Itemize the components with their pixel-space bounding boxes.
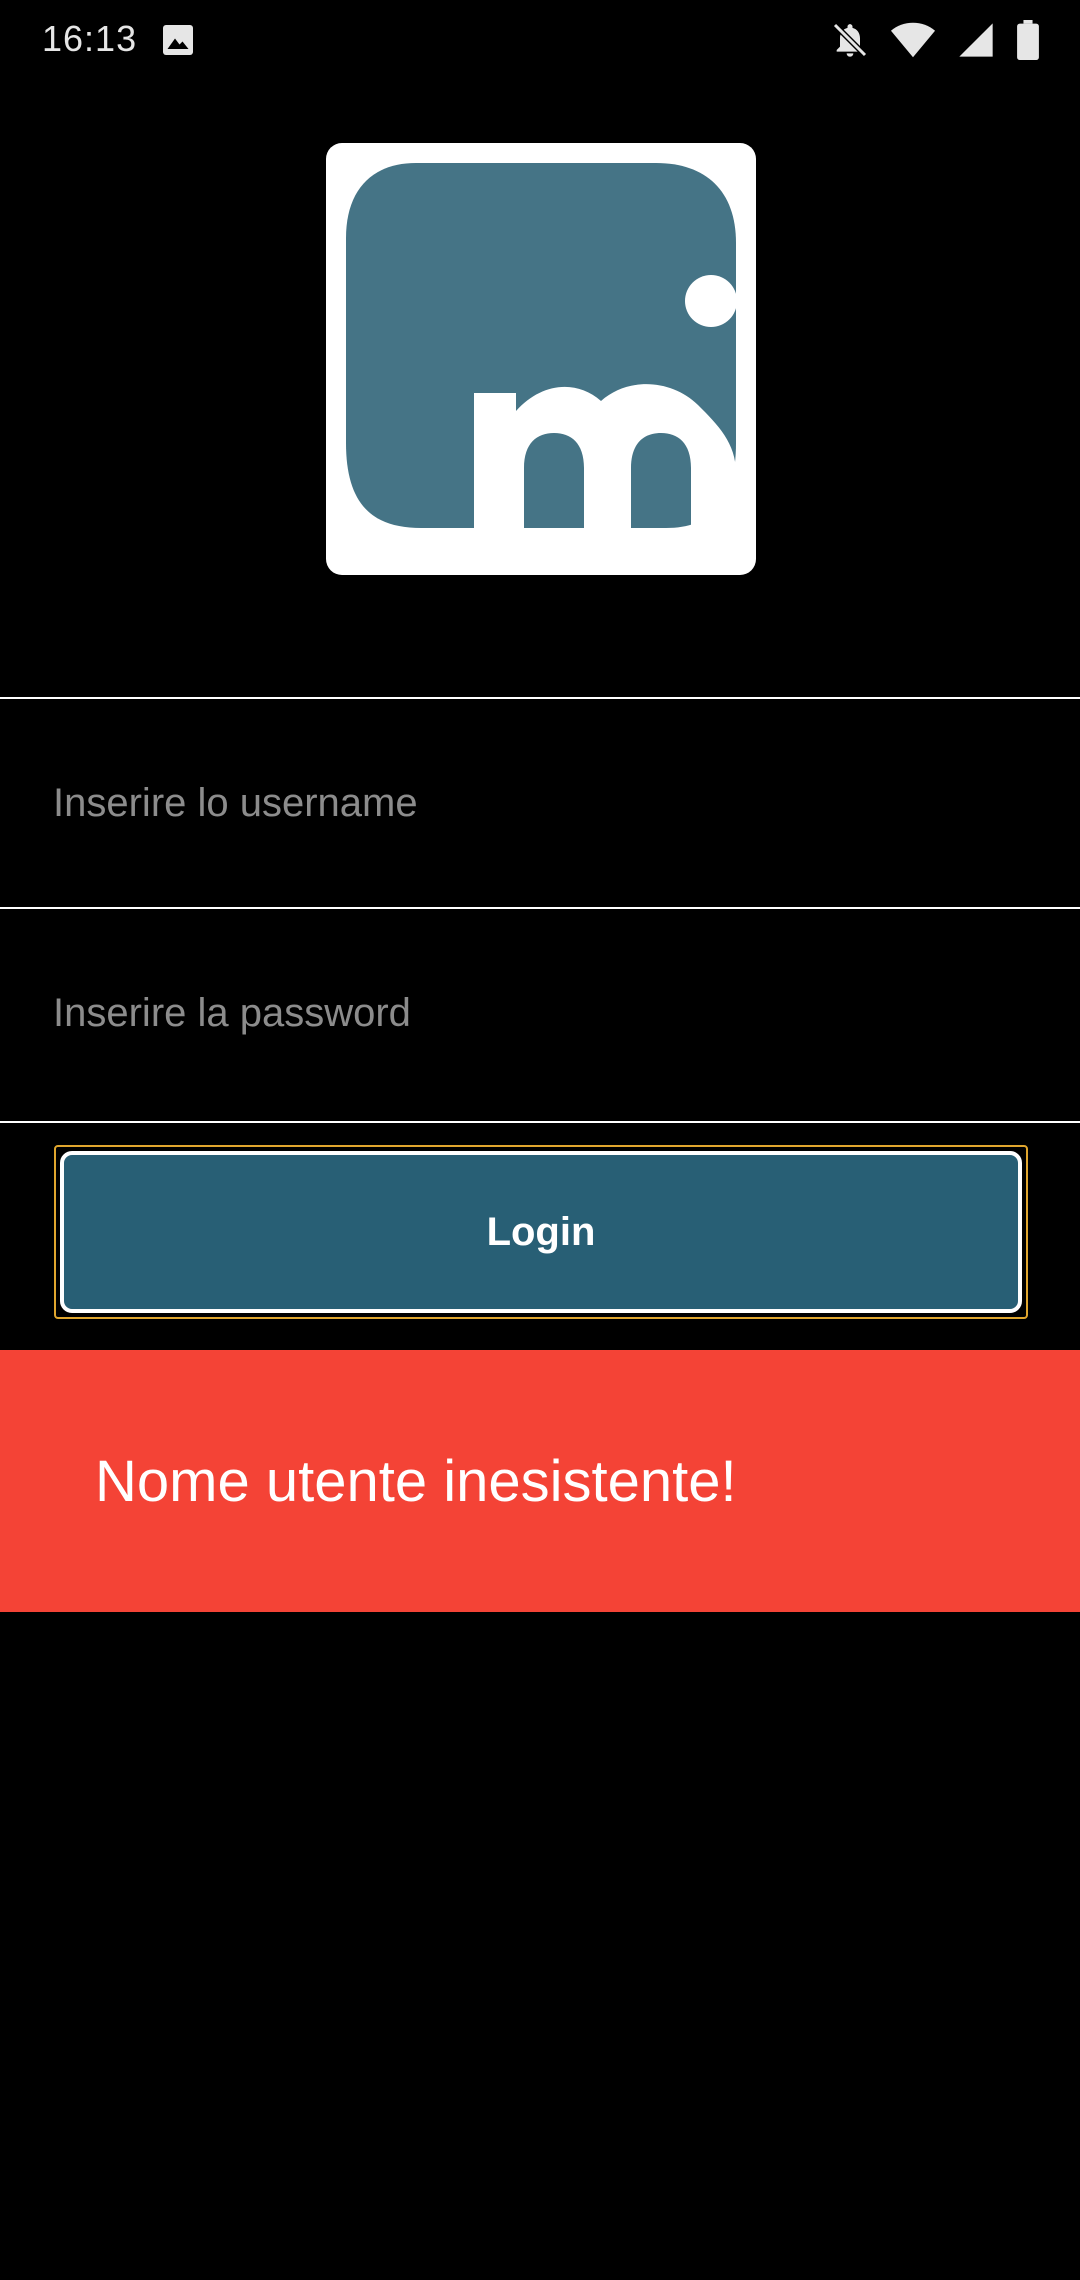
notifications-off-icon (832, 22, 868, 58)
error-message: Nome utente inesistente! (95, 1448, 737, 1514)
status-icons (830, 20, 1040, 60)
image-icon (163, 25, 193, 55)
password-bottom-divider (0, 1121, 1080, 1123)
cellular-signal-icon (959, 23, 993, 57)
battery-icon (1017, 20, 1039, 60)
status-bar: 16:13 (0, 0, 1080, 80)
error-snackbar: Nome utente inesistente! (0, 1350, 1080, 1612)
username-input[interactable] (0, 699, 1080, 907)
status-time: 16:13 (42, 18, 138, 59)
wifi-icon (890, 22, 936, 58)
password-input[interactable] (0, 909, 1080, 1117)
login-button[interactable]: Login (60, 1151, 1022, 1313)
app-logo (326, 143, 756, 575)
login-button-focus-ring: Login (54, 1145, 1028, 1319)
